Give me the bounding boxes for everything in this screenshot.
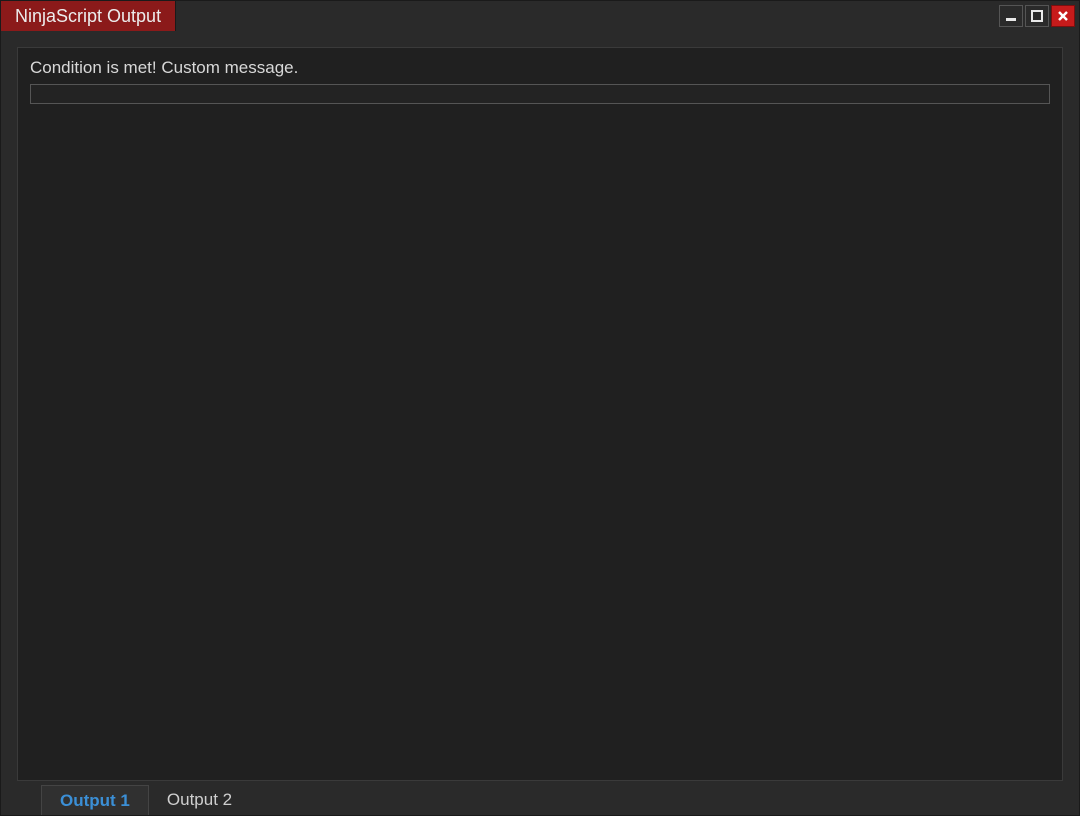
tabs: Output 1 Output 2 bbox=[41, 781, 1063, 815]
tab-output-2[interactable]: Output 2 bbox=[149, 785, 250, 815]
close-button[interactable] bbox=[1051, 5, 1075, 27]
minimize-button[interactable] bbox=[999, 5, 1023, 27]
window-controls bbox=[999, 1, 1079, 31]
close-icon bbox=[1056, 9, 1070, 23]
tab-output-1[interactable]: Output 1 bbox=[41, 785, 149, 815]
titlebar[interactable]: NinjaScript Output bbox=[1, 1, 1079, 31]
output-input[interactable] bbox=[30, 84, 1050, 104]
window: NinjaScript Output Conditio bbox=[0, 0, 1080, 816]
minimize-icon bbox=[1004, 9, 1018, 23]
output-panel: Condition is met! Custom message. bbox=[17, 47, 1063, 781]
maximize-icon bbox=[1030, 9, 1044, 23]
window-title: NinjaScript Output bbox=[1, 1, 176, 31]
output-message: Condition is met! Custom message. bbox=[30, 58, 1050, 78]
maximize-button[interactable] bbox=[1025, 5, 1049, 27]
content-area: Condition is met! Custom message. Output… bbox=[1, 31, 1079, 815]
